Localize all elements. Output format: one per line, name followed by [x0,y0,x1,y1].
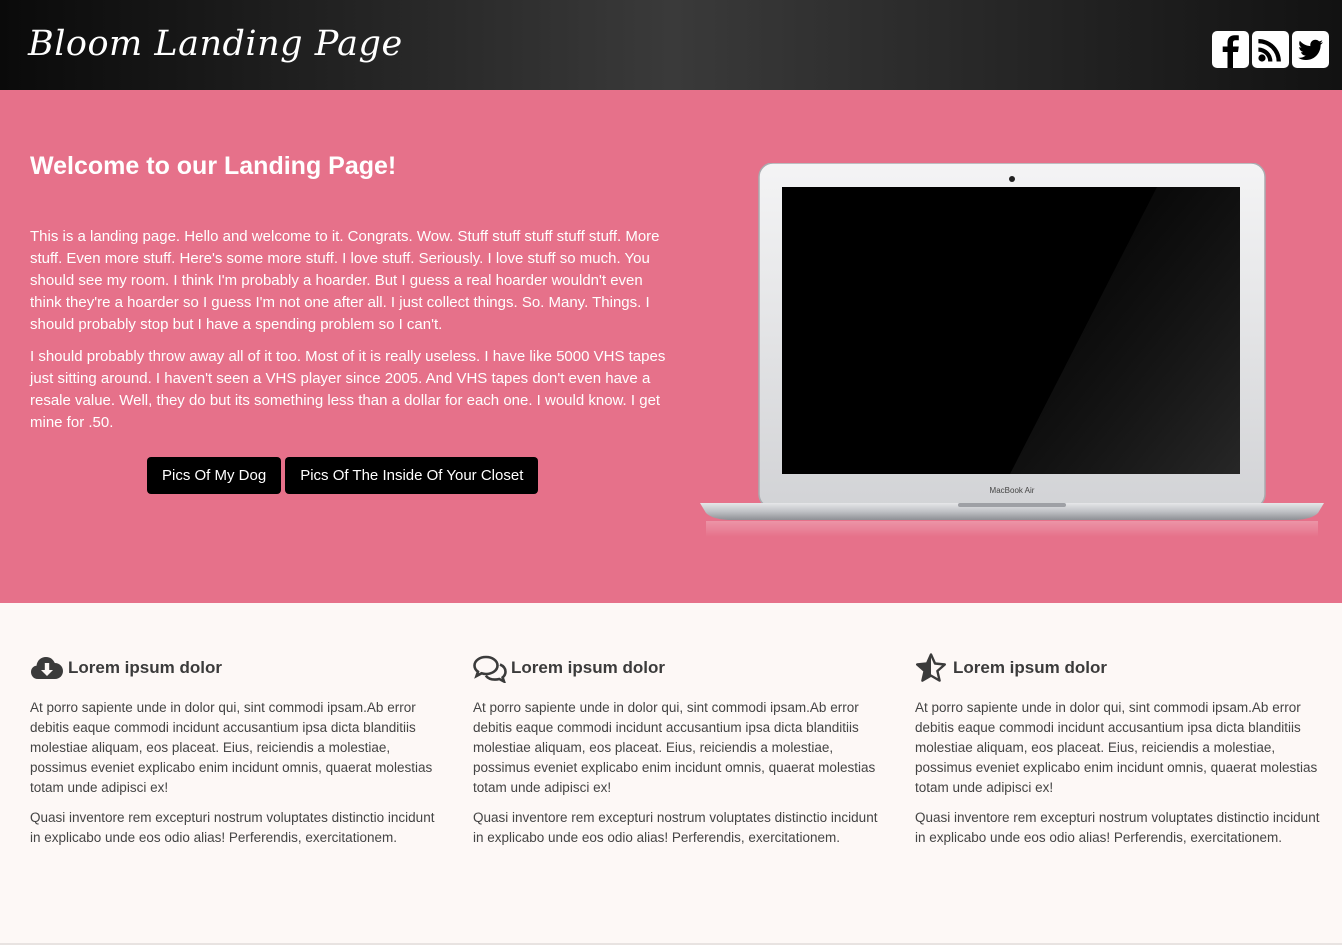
laptop-brand-label: MacBook Air [990,486,1035,495]
feature-heading-1: Lorem ipsum dolor [30,651,440,685]
feature-text-1: At porro sapiente unde in dolor qui, sin… [30,698,440,848]
feature-title-1: Lorem ipsum dolor [68,658,222,677]
dog-pics-button[interactable]: Pics Of My Dog [147,457,282,494]
feature-column-1: Lorem ipsum dolor At porro sapiente unde… [30,651,440,858]
social-links [1212,31,1329,68]
feature-title-3: Lorem ipsum dolor [953,658,1107,677]
cloud-download-icon [30,653,64,683]
hero-paragraph-1: This is a landing page. Hello and welcom… [30,228,660,333]
hero-buttons: Pics Of My Dog Pics Of The Inside Of You… [147,457,539,494]
comments-icon [473,653,507,683]
facebook-icon[interactable] [1212,31,1249,68]
feature-2-paragraph-1: At porro sapiente unde in dolor qui, sin… [473,700,876,795]
feature-3-paragraph-2: Quasi inventore rem excepturi nostrum vo… [915,810,1320,845]
feature-1-paragraph-2: Quasi inventore rem excepturi nostrum vo… [30,810,435,845]
hero-paragraph-2: I should probably throw away all of it t… [30,348,666,431]
feature-2-paragraph-2: Quasi inventore rem excepturi nostrum vo… [473,810,878,845]
feature-3-paragraph-1: At porro sapiente unde in dolor qui, sin… [915,700,1318,795]
twitter-icon[interactable] [1292,31,1329,68]
hero-body: This is a landing page. Hello and welcom… [30,226,670,444]
features-section: Lorem ipsum dolor At porro sapiente unde… [0,603,1342,945]
feature-1-paragraph-1: At porro sapiente unde in dolor qui, sin… [30,700,433,795]
hero-section: Welcome to our Landing Page! This is a l… [0,90,1342,603]
site-header: Bloom Landing Page [0,0,1342,90]
feature-text-2: At porro sapiente unde in dolor qui, sin… [473,698,883,848]
closet-pics-button[interactable]: Pics Of The Inside Of Your Closet [285,457,539,494]
feature-column-2: Lorem ipsum dolor At porro sapiente unde… [473,651,883,858]
feature-text-3: At porro sapiente unde in dolor qui, sin… [915,698,1325,848]
feature-heading-2: Lorem ipsum dolor [473,651,883,685]
feature-title-2: Lorem ipsum dolor [511,658,665,677]
rss-icon[interactable] [1252,31,1289,68]
star-half-icon [915,653,949,683]
feature-heading-3: Lorem ipsum dolor [915,651,1325,685]
hero-title: Welcome to our Landing Page! [30,152,397,180]
laptop-image: MacBook Air [700,163,1324,537]
brand-logo-text[interactable]: Bloom Landing Page [28,14,403,74]
feature-column-3: Lorem ipsum dolor At porro sapiente unde… [915,651,1325,858]
